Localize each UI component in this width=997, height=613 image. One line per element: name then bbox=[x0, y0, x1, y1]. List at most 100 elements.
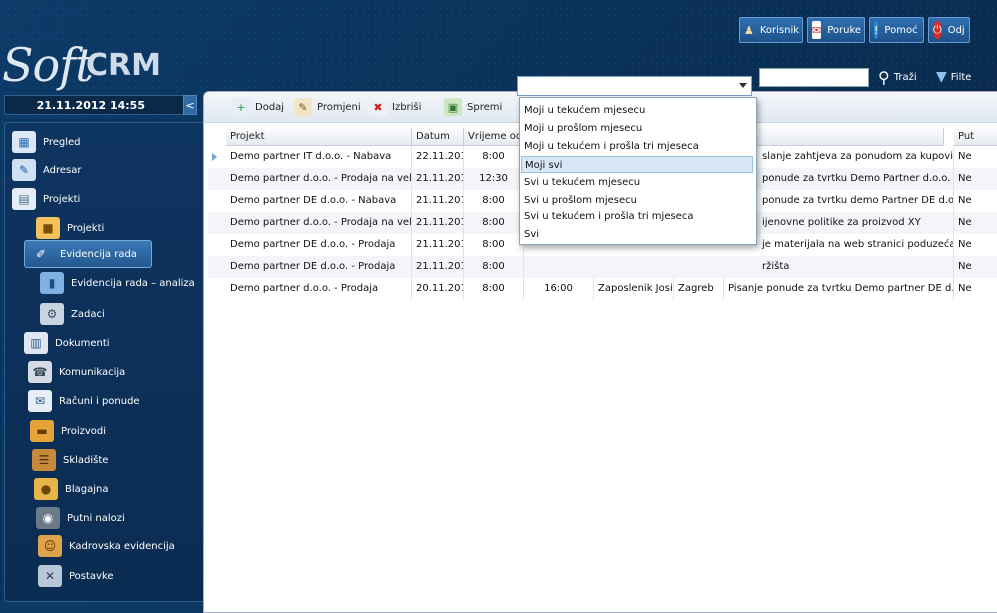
sidebar-item-label: Komunikacija bbox=[59, 366, 126, 378]
period-filter-select[interactable] bbox=[517, 76, 752, 96]
edit-button[interactable]: ✎ Promjeni bbox=[294, 97, 361, 117]
sidebar-item-label: Postavke bbox=[69, 570, 114, 582]
cell-projekt: Demo partner DE d.o.o. - Nabava bbox=[226, 190, 412, 212]
cell-vrijeme: 8:00 bbox=[464, 278, 524, 300]
cell-datum: 21.11.2012 bbox=[412, 256, 464, 278]
dropdown-option[interactable]: Moji u tekućem i prošla tri mjeseca bbox=[524, 138, 699, 155]
datetime-display: 21.11.2012 14:55 bbox=[4, 95, 184, 115]
poruke-button[interactable]: ✉ Poruke bbox=[807, 17, 865, 43]
cell-vrijeme: 8:00 bbox=[464, 234, 524, 256]
save-label: Spremi bbox=[467, 101, 503, 113]
cell-opis: je materijala na web stranici poduzeća bbox=[758, 234, 954, 256]
cell-put: Ne bbox=[954, 256, 997, 278]
cell-datum: 21.11.2012 bbox=[412, 168, 464, 190]
delete-label: Izbriši bbox=[392, 101, 422, 113]
invoice-icon: ✉ bbox=[28, 390, 52, 412]
sidebar-item-adresar[interactable]: ✎ Adresar bbox=[12, 157, 82, 183]
folder-icon: ▤ bbox=[12, 188, 36, 210]
cell-vrijeme: 8:00 bbox=[464, 256, 524, 278]
cell-projekt: Demo partner DE d.o.o. - Prodaja bbox=[226, 234, 412, 256]
pomoc-button[interactable]: ! Pomoć bbox=[869, 17, 924, 43]
address-book-icon: ✎ bbox=[12, 159, 36, 181]
sidebar-item-blagajna[interactable]: ● Blagajna bbox=[34, 476, 109, 502]
header-put[interactable]: Put bbox=[954, 128, 997, 146]
shelf-icon: ☰ bbox=[32, 449, 56, 471]
dropdown-option-selected[interactable]: Moji svi bbox=[521, 156, 753, 173]
sidebar-item-label: Dokumenti bbox=[55, 337, 110, 349]
sidebar-item-projekti[interactable]: ▤ Projekti bbox=[12, 186, 80, 212]
dropdown-option[interactable]: Svi bbox=[524, 226, 539, 243]
logo-crm: CRM bbox=[86, 48, 161, 83]
coins-icon: ● bbox=[34, 478, 58, 500]
cell-put: Ne bbox=[954, 234, 997, 256]
sidebar-item-racuni[interactable]: ✉ Računi i ponude bbox=[28, 388, 140, 414]
sidebar-item-projekti-sub[interactable]: ■ Projekti bbox=[36, 215, 104, 241]
korisnik-button[interactable]: ♟ Korisnik bbox=[739, 17, 803, 43]
gear-icon: ⚙ bbox=[40, 303, 64, 325]
tools-icon: ✕ bbox=[38, 565, 62, 587]
logo-soft: Soft bbox=[2, 38, 94, 92]
overview-icon: ▦ bbox=[12, 131, 36, 153]
sidebar-item-postavke[interactable]: ✕ Postavke bbox=[38, 563, 114, 589]
save-button[interactable]: ▣ Spremi bbox=[444, 97, 502, 117]
funnel-icon: ▼ bbox=[936, 69, 947, 85]
power-icon: ⏻ bbox=[933, 21, 942, 39]
dropdown-option[interactable]: Svi u tekućem i prošla tri mjeseca bbox=[524, 208, 693, 225]
current-row-marker bbox=[212, 153, 217, 161]
sidebar-item-label: Računi i ponude bbox=[59, 395, 140, 407]
sidebar-item-proizvodi[interactable]: ▬ Proizvodi bbox=[30, 418, 106, 444]
chevron-down-icon[interactable] bbox=[739, 83, 747, 88]
filter-button-label: Filte bbox=[950, 71, 972, 83]
sidebar-item-evidencija-rada[interactable]: ✐ Evidencija rada bbox=[24, 240, 152, 268]
sidebar-item-dokumenti[interactable]: ▥ Dokumenti bbox=[24, 330, 110, 356]
message-icon: ✉ bbox=[812, 21, 822, 39]
cell-opis: slanje zahtjeva za ponudom za kupovinu o… bbox=[758, 146, 954, 168]
pomoc-label: Pomoć bbox=[884, 24, 918, 36]
user-icon: ♟ bbox=[744, 23, 754, 37]
cell-put: Ne bbox=[954, 190, 997, 212]
wrench-icon: ✐ bbox=[35, 247, 47, 261]
delete-button[interactable]: ✖ Izbriši bbox=[369, 97, 421, 117]
cell-opis: ponude za tvrtku Demo Partner d.o.o. bbox=[758, 168, 954, 190]
cell-projekt: Demo partner IT d.o.o. - Nabava bbox=[226, 146, 412, 168]
search-button-label: Traži bbox=[893, 71, 917, 83]
dropdown-option[interactable]: Moji u prošlom mjesecu bbox=[524, 120, 642, 137]
search-button[interactable]: ⚲ Traži bbox=[878, 65, 917, 89]
sidebar-item-label: Projekti bbox=[43, 193, 81, 205]
cell-datum: 21.11.2012 bbox=[412, 212, 464, 234]
header-datum[interactable]: Datum bbox=[412, 128, 464, 146]
cell-opis: ponude za tvrtku demo Partner DE d.o.o. bbox=[758, 190, 954, 212]
save-icon: ▣ bbox=[444, 98, 462, 116]
header-vrijeme-od[interactable]: Vrijeme od bbox=[464, 128, 524, 146]
search-input[interactable] bbox=[759, 68, 869, 87]
sidebar-item-label: Zadaci bbox=[71, 308, 105, 320]
sidebar-item-putni-nalozi[interactable]: ◉ Putni nalozi bbox=[36, 505, 125, 531]
filter-button[interactable]: ▼ Filte bbox=[936, 65, 971, 89]
sidebar-item-evidencija-analiza[interactable]: ▮ Evidencija rada – analiza bbox=[40, 270, 195, 296]
dropdown-option[interactable]: Moji u tekućem mjesecu bbox=[524, 102, 645, 119]
sidebar-item-komunikacija[interactable]: ☎ Komunikacija bbox=[28, 359, 125, 385]
period-filter-dropdown: Moji u tekućem mjesecu Moji u prošlom mj… bbox=[519, 97, 757, 245]
cell-put: Ne bbox=[954, 278, 997, 300]
sidebar-item-label: Kadrovska evidencija bbox=[69, 540, 175, 552]
sidebar-item-pregled[interactable]: ▦ Pregled bbox=[12, 129, 81, 155]
people-icon: ☺ bbox=[38, 535, 62, 557]
odjava-button[interactable]: ⏻ Odj bbox=[928, 17, 970, 43]
sidebar-item-zadaci[interactable]: ⚙ Zadaci bbox=[40, 301, 105, 327]
sidebar-item-label: Projekti bbox=[67, 222, 105, 234]
dropdown-option[interactable]: Svi u tekućem mjesecu bbox=[524, 174, 640, 191]
cell-mjesto: Zagreb bbox=[674, 278, 724, 300]
sidebar-item-kadrovska[interactable]: ☺ Kadrovska evidencija bbox=[38, 533, 175, 559]
phone-icon: ☎ bbox=[28, 361, 52, 383]
dropdown-option[interactable]: Svi u prošlom mjesecu bbox=[524, 192, 637, 209]
cell-projekt: Demo partner d.o.o. - Prodaja bbox=[226, 278, 412, 300]
korisnik-label: Korisnik bbox=[759, 24, 800, 36]
header-projekt[interactable]: Projekt bbox=[226, 128, 412, 146]
cell-vrijeme: 8:00 bbox=[464, 190, 524, 212]
add-button[interactable]: + Dodaj bbox=[232, 97, 284, 117]
collapse-sidebar-button[interactable]: < bbox=[183, 95, 197, 115]
sidebar-item-label: Proizvodi bbox=[61, 425, 107, 437]
cell-datum: 20.11.2012 bbox=[412, 278, 464, 300]
sidebar-item-skladiste[interactable]: ☰ Skladište bbox=[32, 447, 108, 473]
sidebar-item-label: Adresar bbox=[43, 164, 82, 176]
